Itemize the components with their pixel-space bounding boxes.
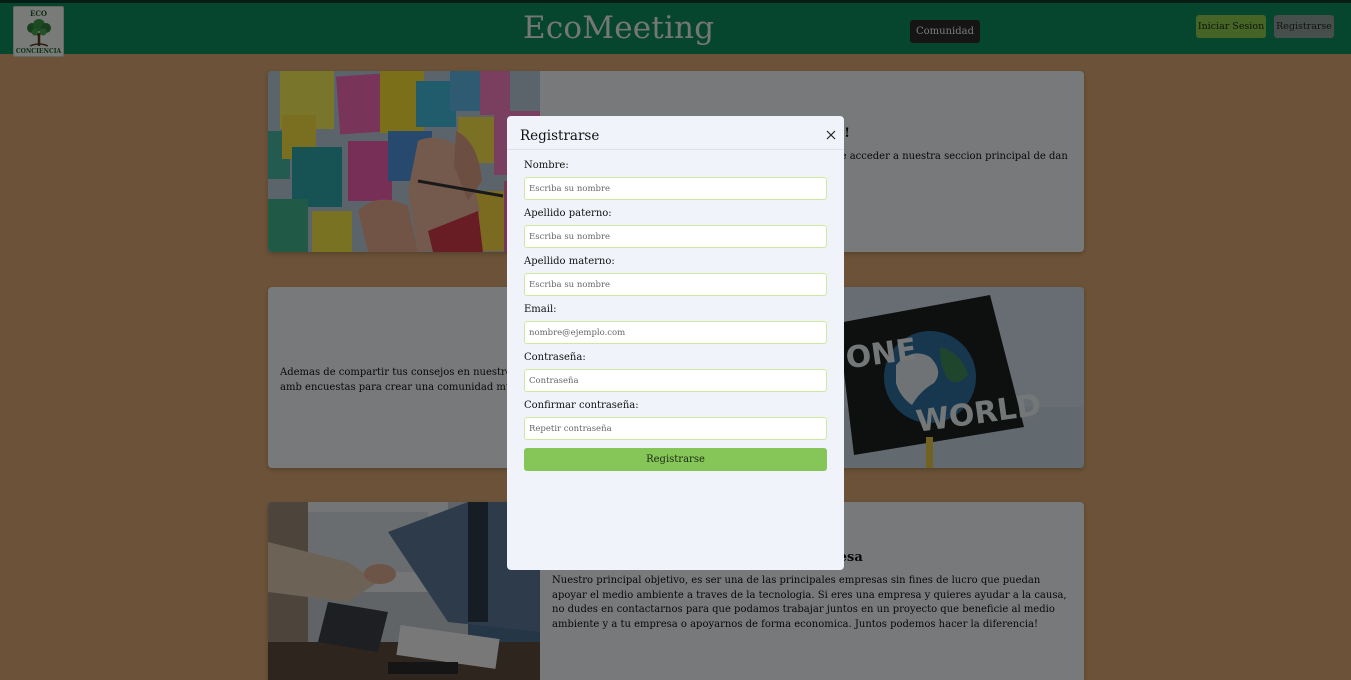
nombre-input[interactable] xyxy=(524,177,827,200)
apellido-paterno-input[interactable] xyxy=(524,225,827,248)
confirm-password-input[interactable] xyxy=(524,417,827,440)
modal-header: Registrarse xyxy=(507,116,844,150)
label-apellido-paterno: Apellido paterno: xyxy=(524,208,612,219)
apellido-materno-input[interactable] xyxy=(524,273,827,296)
register-form: Nombre: Apellido paterno: Apellido mater… xyxy=(524,160,827,471)
label-password: Contraseña: xyxy=(524,352,586,363)
email-input[interactable] xyxy=(524,321,827,344)
label-apellido-materno: Apellido materno: xyxy=(524,256,615,267)
submit-register-button[interactable]: Registrarse xyxy=(524,448,827,471)
label-email: Email: xyxy=(524,304,557,315)
register-modal: Registrarse Nombre: Apellido paterno: Ap… xyxy=(507,116,844,570)
modal-title: Registrarse xyxy=(520,128,600,144)
password-input[interactable] xyxy=(524,369,827,392)
close-icon[interactable] xyxy=(826,130,836,140)
label-confirm-password: Confirmar contraseña: xyxy=(524,400,639,411)
label-nombre: Nombre: xyxy=(524,160,569,171)
